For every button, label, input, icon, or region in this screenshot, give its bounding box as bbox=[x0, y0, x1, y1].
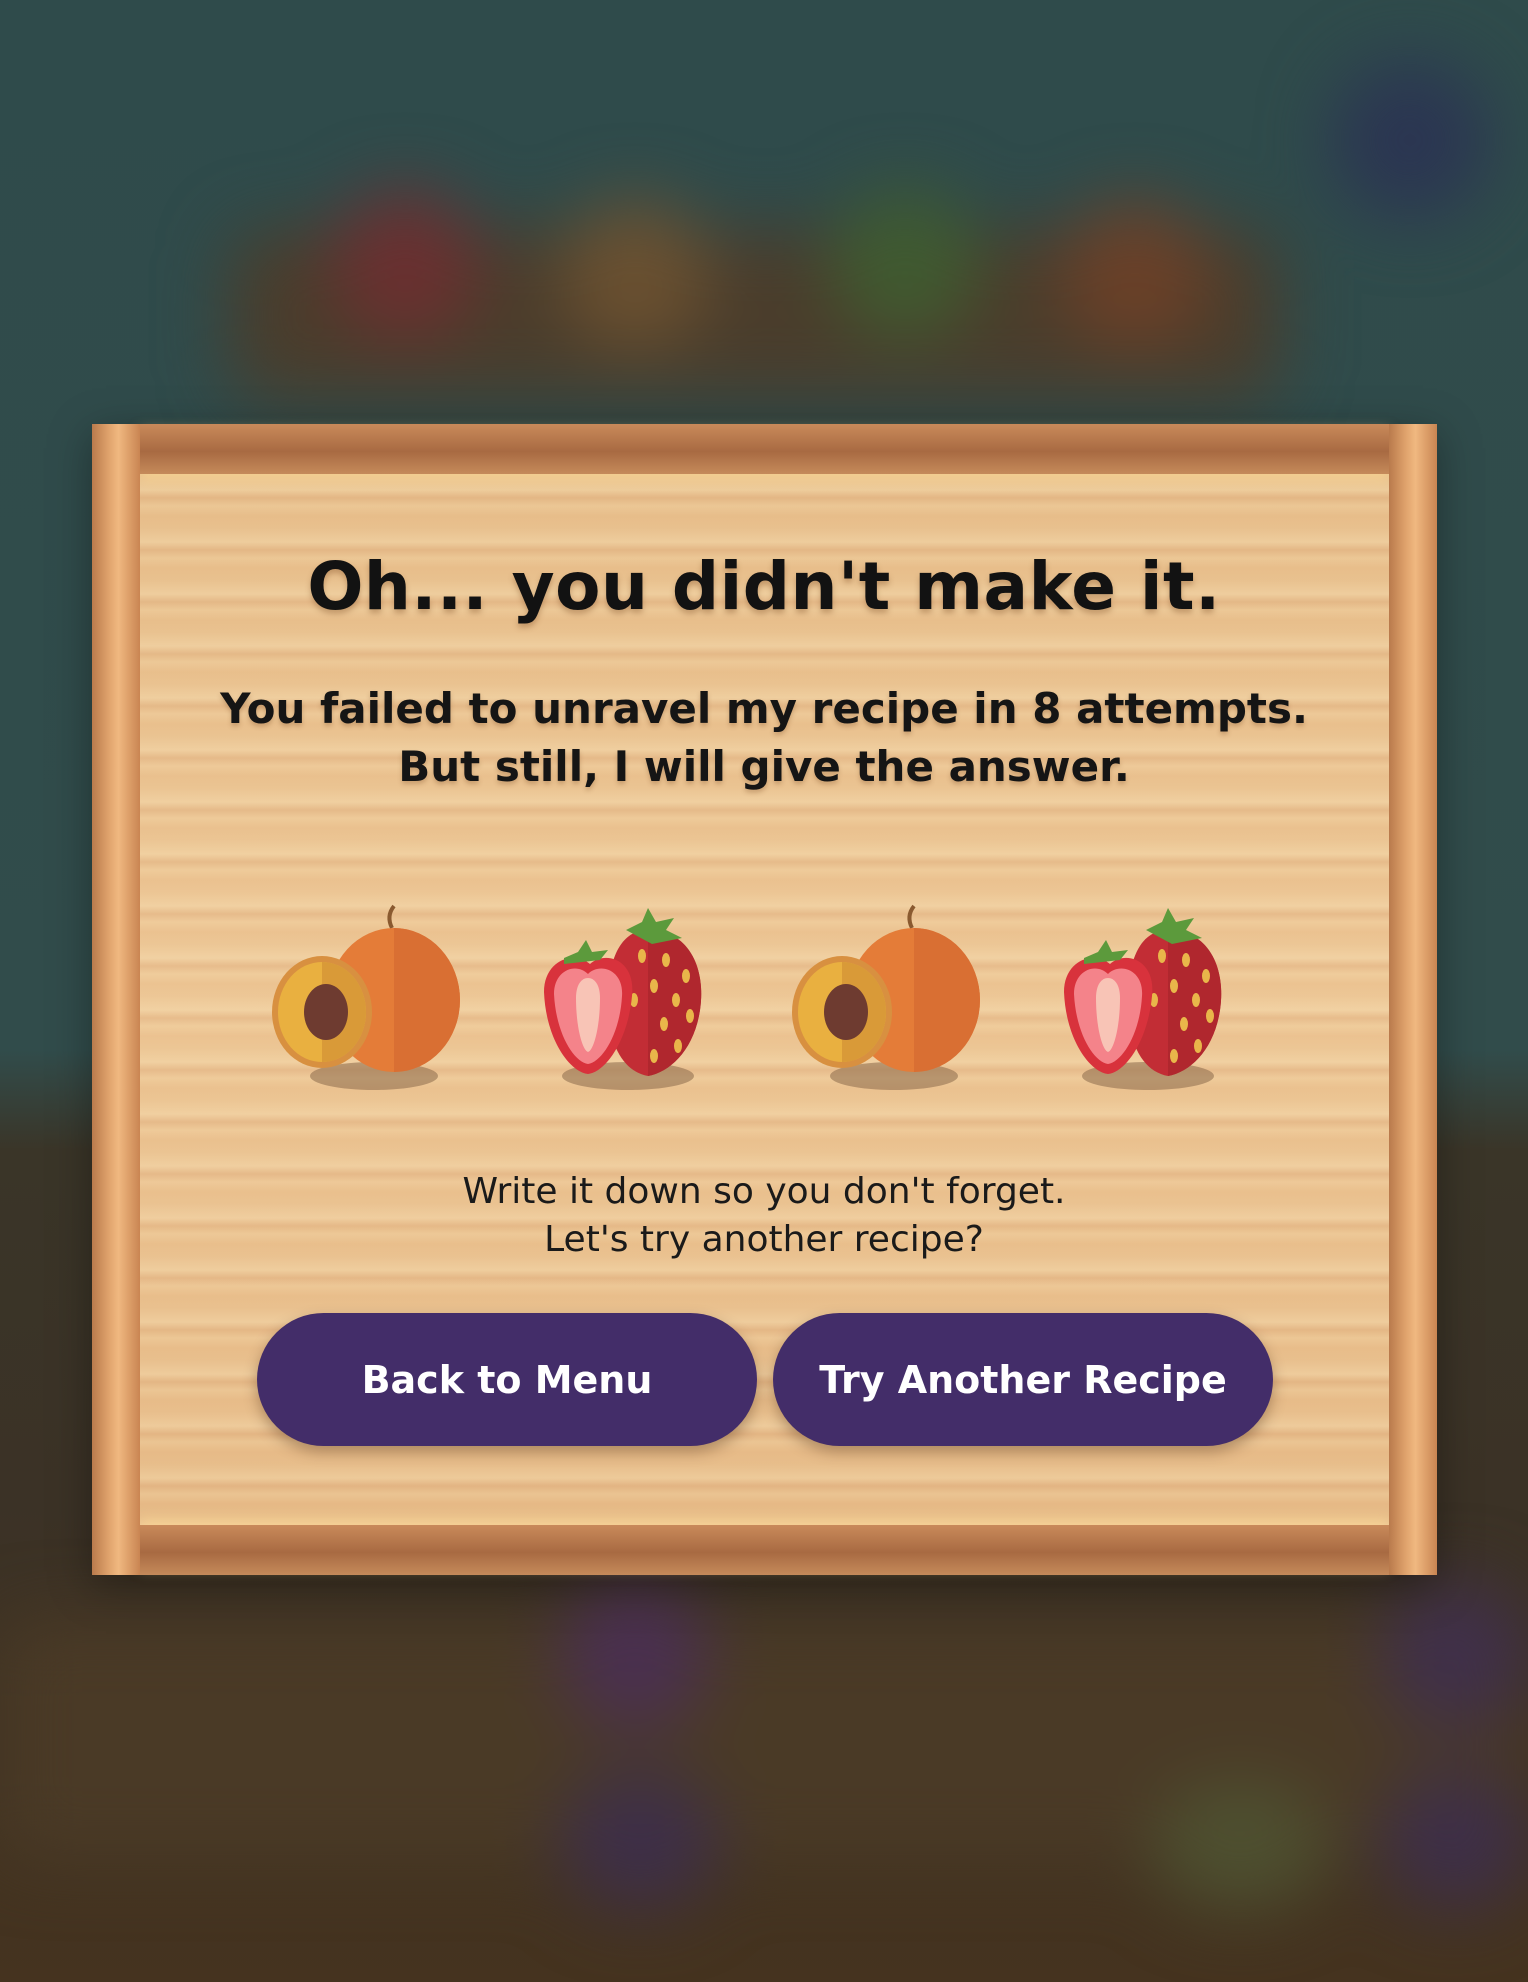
dialog-title: Oh... you didn't make it. bbox=[307, 548, 1221, 625]
back-to-menu-button[interactable]: Back to Menu bbox=[257, 1313, 757, 1446]
answer-recipe bbox=[270, 900, 1260, 1100]
try-another-recipe-label: Try Another Recipe bbox=[819, 1357, 1227, 1402]
game-screen: Oh... you didn't make it. You failed to … bbox=[0, 0, 1528, 1982]
board-frame-bottom bbox=[140, 1525, 1389, 1575]
try-another-recipe-button[interactable]: Try Another Recipe bbox=[773, 1313, 1273, 1446]
dialog-message-line1: You failed to unravel my recipe in 8 att… bbox=[220, 684, 1308, 733]
dialog-note: Write it down so you don't forget. Let's… bbox=[0, 1168, 1528, 1264]
apricot-icon bbox=[790, 900, 990, 1100]
dialog-message: You failed to unravel my recipe in 8 att… bbox=[0, 680, 1528, 796]
board-frame-top bbox=[140, 424, 1389, 474]
dialog-message-line2: But still, I will give the answer. bbox=[398, 742, 1130, 791]
apricot-icon bbox=[270, 900, 470, 1100]
dialog-note-line1: Write it down so you don't forget. bbox=[462, 1171, 1066, 1212]
dialog-note-line2: Let's try another recipe? bbox=[544, 1219, 984, 1260]
strawberry-icon bbox=[1050, 900, 1250, 1100]
strawberry-icon bbox=[530, 900, 730, 1100]
back-to-menu-label: Back to Menu bbox=[361, 1357, 653, 1402]
